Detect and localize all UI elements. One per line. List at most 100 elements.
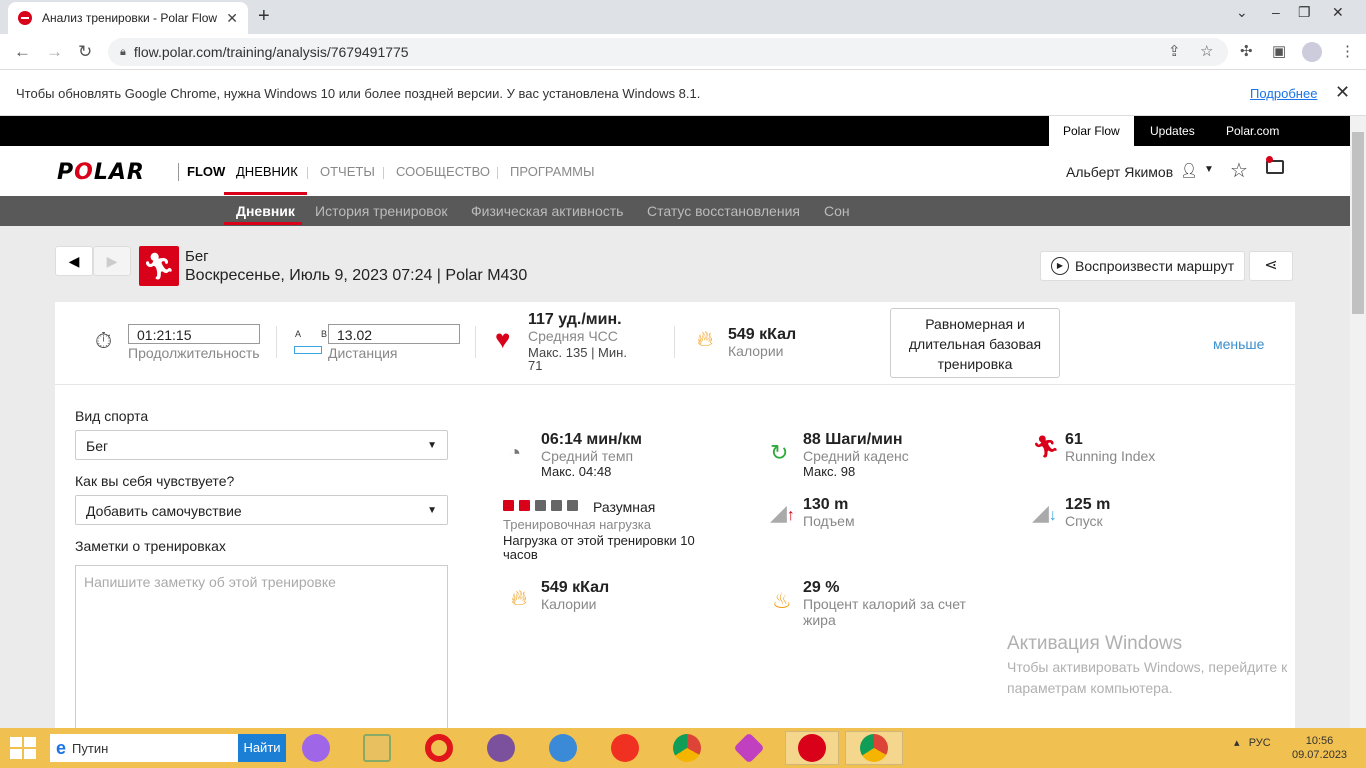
taskbar-find-button[interactable]: Найти	[238, 734, 286, 762]
yandex-browser-icon[interactable]	[603, 731, 647, 765]
replay-route-button[interactable]: ▶ Воспроизвести маршрут	[1040, 251, 1245, 281]
globe-icon[interactable]	[541, 731, 585, 765]
tray-language[interactable]: ▴ РУС	[1234, 736, 1271, 749]
chevron-down-icon: ▼	[427, 505, 437, 516]
topbar-updates[interactable]: Updates	[1136, 116, 1209, 146]
favorites-star-icon[interactable]: ☆	[1230, 158, 1248, 183]
cadence-value: 88 Шаги/мин	[803, 431, 903, 448]
file-explorer-icon[interactable]	[355, 731, 399, 765]
user-name[interactable]: Альберт Якимов	[1066, 164, 1173, 180]
card-divider	[55, 384, 1295, 385]
alice-icon[interactable]	[294, 731, 338, 765]
notes-label: Заметки о тренировках	[75, 538, 226, 554]
running-index-icon: 🏃︎	[1032, 434, 1060, 459]
infobar-more-link[interactable]: Подробнее	[1250, 86, 1317, 101]
chrome-active-icon[interactable]	[845, 731, 903, 765]
load-square-filled	[503, 500, 514, 511]
ruler-icon	[294, 346, 322, 354]
less-link[interactable]: меньше	[1213, 336, 1264, 352]
taskbar-search-input[interactable]: e Путин	[50, 734, 238, 762]
pace-label: Средний темп	[541, 448, 634, 464]
profile-avatar[interactable]	[1302, 42, 1322, 62]
nav-reports[interactable]: ОТЧЕТЫ	[320, 164, 375, 179]
nav-divider	[307, 167, 308, 179]
nav-divider	[497, 167, 498, 179]
descent-value: 125 m	[1065, 496, 1111, 513]
polar-logo[interactable]: POLAR	[57, 160, 145, 185]
scrollbar-thumb[interactable]	[1352, 132, 1364, 314]
feeling-select[interactable]: Добавить самочувствие ▼	[75, 495, 448, 525]
user-dropdown-icon[interactable]: ▼	[1204, 164, 1214, 175]
new-tab-button[interactable]: +	[258, 5, 270, 28]
feeling-value: Добавить самочувствие	[86, 503, 242, 519]
hr-maxmin: Макс. 135 | Мин.	[528, 345, 627, 360]
hr-min-value: 71	[528, 358, 543, 373]
bookmark-star-icon[interactable]: ☆	[1200, 42, 1213, 60]
infobar-close-icon[interactable]: ✕	[1335, 82, 1350, 103]
pace-max: Макс. 04:48	[541, 464, 612, 479]
distance-field[interactable]: 13.02	[328, 324, 460, 344]
browser-tab[interactable]: Анализ тренировки - Polar Flow ✕	[8, 2, 248, 34]
subnav-sleep[interactable]: Сон	[824, 203, 850, 219]
minimize-button[interactable]: –	[1272, 4, 1280, 20]
sport-title: Бег	[185, 248, 209, 265]
nav-diary[interactable]: ДНЕВНИК	[236, 164, 298, 179]
side-panel-icon[interactable]: ▣	[1272, 42, 1286, 60]
tray-arrow-icon[interactable]: ▴	[1234, 737, 1240, 749]
subnav-diary[interactable]: Дневник	[236, 203, 295, 219]
subnav-training-history[interactable]: История тренировок	[315, 203, 447, 219]
sport-type-select[interactable]: Бег ▼	[75, 430, 448, 460]
cadence-icon: ↻	[770, 440, 789, 465]
flame-icon: 🔥︎	[511, 585, 528, 610]
share-button[interactable]: ⋖	[1249, 251, 1293, 281]
calories2-label: Калории	[541, 596, 597, 612]
viber-icon[interactable]	[479, 731, 523, 765]
close-window-button[interactable]: ✕	[1332, 4, 1344, 21]
close-tab-icon[interactable]: ✕	[226, 10, 238, 27]
lang-label: РУС	[1248, 737, 1271, 749]
address-bar[interactable]: 🔒︎ flow.polar.com/training/analysis/7679…	[108, 38, 1228, 66]
topbar-polar-com[interactable]: Polar.com	[1212, 116, 1293, 146]
opera-icon[interactable]	[417, 731, 461, 765]
user-icon[interactable]: 👤︎	[1180, 162, 1198, 179]
back-icon[interactable]: ←	[14, 42, 31, 62]
gem-app-icon[interactable]	[727, 731, 771, 765]
load-square-empty	[551, 500, 562, 511]
duration-field[interactable]: 01:21:15	[128, 324, 260, 344]
heart-icon: ♥	[495, 324, 511, 354]
ascent-icon: ◢↑	[770, 500, 795, 525]
benefit-line: тренировка	[937, 356, 1013, 372]
notes-textarea[interactable]: Напишите заметку об этой тренировке	[75, 565, 448, 735]
menu-icon[interactable]: ⋮	[1340, 42, 1355, 60]
polar-flowsync-icon[interactable]	[785, 731, 839, 765]
training-load-bar	[503, 499, 583, 514]
taskbar-clock[interactable]: 10:56 09.07.2023	[1292, 734, 1347, 762]
next-session-button[interactable]: ▶	[93, 246, 131, 276]
topbar-polar-flow[interactable]: Polar Flow	[1049, 116, 1134, 146]
load-square-empty	[535, 500, 546, 511]
restore-button[interactable]: ❐	[1298, 4, 1311, 21]
reload-icon[interactable]: ↻	[78, 42, 92, 62]
subnav-recovery[interactable]: Статус восстановления	[647, 203, 800, 219]
chrome-icon[interactable]	[665, 731, 709, 765]
nav-programs[interactable]: ПРОГРАММЫ	[510, 164, 595, 179]
load-label: Тренировочная нагрузка	[503, 517, 652, 532]
extensions-icon[interactable]: ✣	[1240, 42, 1253, 60]
activation-watermark-text: Чтобы активировать Windows, перейдите к …	[1007, 657, 1287, 699]
running-index-label: Running Index	[1065, 448, 1156, 464]
session-datetime: Воскресенье, Июль 9, 2023 07:24 | Polar …	[185, 267, 528, 284]
tab-search-icon[interactable]: ⌄	[1236, 4, 1248, 21]
forward-icon[interactable]: →	[46, 42, 63, 62]
ascent-label: Подъем	[803, 513, 855, 529]
replay-route-label: Воспроизвести маршрут	[1075, 258, 1235, 274]
flow-label: FLOW	[187, 164, 226, 179]
subnav-activity[interactable]: Физическая активность	[471, 203, 623, 219]
pace-value: 06:14 мин/км	[541, 431, 642, 448]
taskbar-search-text: Путин	[72, 740, 109, 756]
share-page-icon[interactable]: ⇪	[1168, 42, 1181, 60]
windows-start-icon[interactable]	[10, 737, 38, 761]
previous-session-button[interactable]: ◀	[55, 246, 93, 276]
fat-label-2: жира	[803, 612, 836, 628]
nav-community[interactable]: СООБЩЕСТВО	[396, 164, 490, 179]
descent-label: Спуск	[1065, 513, 1103, 529]
